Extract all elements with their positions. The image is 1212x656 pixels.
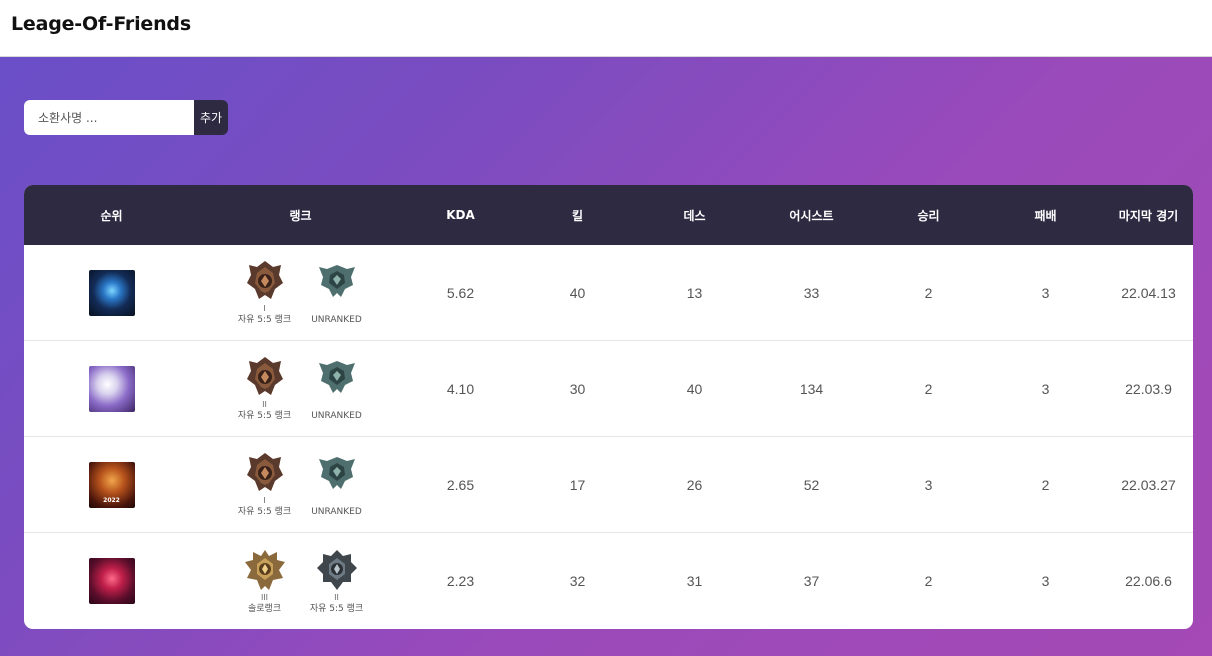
win-value: 2 [924, 284, 933, 301]
rank-tier: II [262, 400, 267, 409]
avatar-caption: 2022 [103, 496, 120, 504]
last-game-value: 22.06.6 [1125, 573, 1172, 589]
bronze-emblem-icon [243, 259, 287, 303]
rank-item: II 자유 5:5 랭크 [308, 548, 366, 615]
rank-tier: III [260, 592, 269, 602]
add-button[interactable]: 추가 [194, 100, 228, 135]
kill-value: 17 [569, 476, 586, 493]
loss-value: 3 [1041, 284, 1050, 301]
last-game-value: 22.04.13 [1121, 284, 1176, 301]
rank-item: I 자유 5:5 랭크 [236, 451, 294, 518]
rank-queue: UNRANKED [311, 507, 362, 517]
profile-icon-avatar: 2022 [88, 461, 135, 508]
kda-value: 4.10 [446, 380, 475, 397]
rank-emblems: I 자유 5:5 랭크 UNRANKED [199, 451, 402, 518]
rank-item: UNRANKED [308, 259, 366, 326]
header-kill[interactable]: 킬 [519, 207, 636, 224]
rank-item: UNRANKED [308, 451, 366, 518]
table-row[interactable]: III 솔로랭크 II 자유 5:5 랭크 2.23 32 31 37 2 3 … [24, 533, 1193, 629]
kill-value: 32 [569, 573, 586, 589]
death-value: 40 [686, 380, 703, 397]
loss-value: 3 [1041, 380, 1050, 397]
bronze-emblem-icon [243, 355, 287, 399]
rank-emblems: II 자유 5:5 랭크 UNRANKED [199, 355, 402, 422]
gold-emblem-icon [243, 548, 287, 592]
rank-item: I 자유 5:5 랭크 [236, 259, 294, 326]
header-assist[interactable]: 어시스트 [753, 207, 870, 224]
loss-value: 3 [1041, 573, 1050, 589]
app-title: Leage-Of-Friends [11, 13, 191, 35]
assist-value: 37 [803, 573, 820, 589]
assist-value: 33 [803, 284, 820, 301]
header-rank-no[interactable]: 순위 [24, 207, 199, 224]
header-rank[interactable]: 랭크 [199, 207, 402, 224]
assist-value: 52 [803, 476, 820, 493]
kill-value: 30 [569, 380, 586, 397]
top-bar: Leage-Of-Friends [0, 0, 1212, 57]
header-loss[interactable]: 패배 [987, 207, 1104, 224]
summoner-name-input[interactable] [24, 100, 194, 135]
rank-queue: 자유 5:5 랭크 [309, 603, 364, 614]
table-row[interactable]: 2022 I 자유 5:5 랭크 UNRANKED 2.65 17 26 52 … [24, 437, 1193, 533]
rank-tier: II [334, 592, 339, 602]
table-row[interactable]: I 자유 5:5 랭크 UNRANKED 5.62 40 13 33 2 3 2… [24, 245, 1193, 341]
death-value: 26 [686, 476, 703, 493]
rank-queue: UNRANKED [311, 411, 362, 421]
rank-queue: 자유 5:5 랭크 [237, 507, 292, 517]
win-value: 2 [924, 573, 933, 589]
rank-item: III 솔로랭크 [236, 548, 294, 615]
kda-value: 2.23 [446, 573, 475, 589]
table-row[interactable]: II 자유 5:5 랭크 UNRANKED 4.10 30 40 134 2 3… [24, 341, 1193, 437]
rank-item: UNRANKED [308, 355, 366, 422]
main-area: 추가 순위 랭크 KDA 킬 데스 어시스트 승리 패배 마지막 경기 I 자유… [0, 57, 1212, 656]
profile-icon-avatar [88, 365, 135, 412]
ranking-table: 순위 랭크 KDA 킬 데스 어시스트 승리 패배 마지막 경기 I 자유 5:… [24, 185, 1193, 629]
death-value: 31 [686, 573, 703, 589]
win-value: 2 [924, 380, 933, 397]
rank-emblems: I 자유 5:5 랭크 UNRANKED [199, 259, 402, 326]
rank-item: II 자유 5:5 랭크 [236, 355, 294, 422]
unranked-emblem-icon [315, 355, 359, 399]
rank-emblems: III 솔로랭크 II 자유 5:5 랭크 [199, 548, 402, 615]
profile-icon-avatar [88, 558, 135, 604]
silver-emblem-icon [315, 548, 359, 592]
death-value: 13 [686, 284, 703, 301]
header-kda[interactable]: KDA [402, 208, 519, 222]
kill-value: 40 [569, 284, 586, 301]
unranked-emblem-icon [315, 259, 359, 303]
header-win[interactable]: 승리 [870, 207, 987, 224]
summoner-search: 추가 [24, 100, 228, 135]
last-game-value: 22.03.9 [1125, 380, 1172, 397]
kda-value: 2.65 [446, 476, 475, 493]
bronze-emblem-icon [243, 451, 287, 495]
rank-tier: I [263, 304, 266, 313]
header-last-game[interactable]: 마지막 경기 [1104, 207, 1193, 224]
assist-value: 134 [799, 380, 824, 397]
win-value: 3 [924, 476, 933, 493]
kda-value: 5.62 [446, 284, 475, 301]
header-death[interactable]: 데스 [636, 207, 753, 224]
table-header: 순위 랭크 KDA 킬 데스 어시스트 승리 패배 마지막 경기 [24, 185, 1193, 245]
loss-value: 2 [1041, 476, 1050, 493]
rank-queue: UNRANKED [311, 315, 362, 325]
rank-queue: 솔로랭크 [247, 603, 282, 614]
profile-icon-avatar [88, 269, 135, 316]
rank-tier: I [263, 496, 266, 505]
last-game-value: 22.03.27 [1121, 476, 1176, 493]
unranked-emblem-icon [315, 451, 359, 495]
rank-queue: 자유 5:5 랭크 [237, 411, 292, 421]
rank-queue: 자유 5:5 랭크 [237, 315, 292, 325]
